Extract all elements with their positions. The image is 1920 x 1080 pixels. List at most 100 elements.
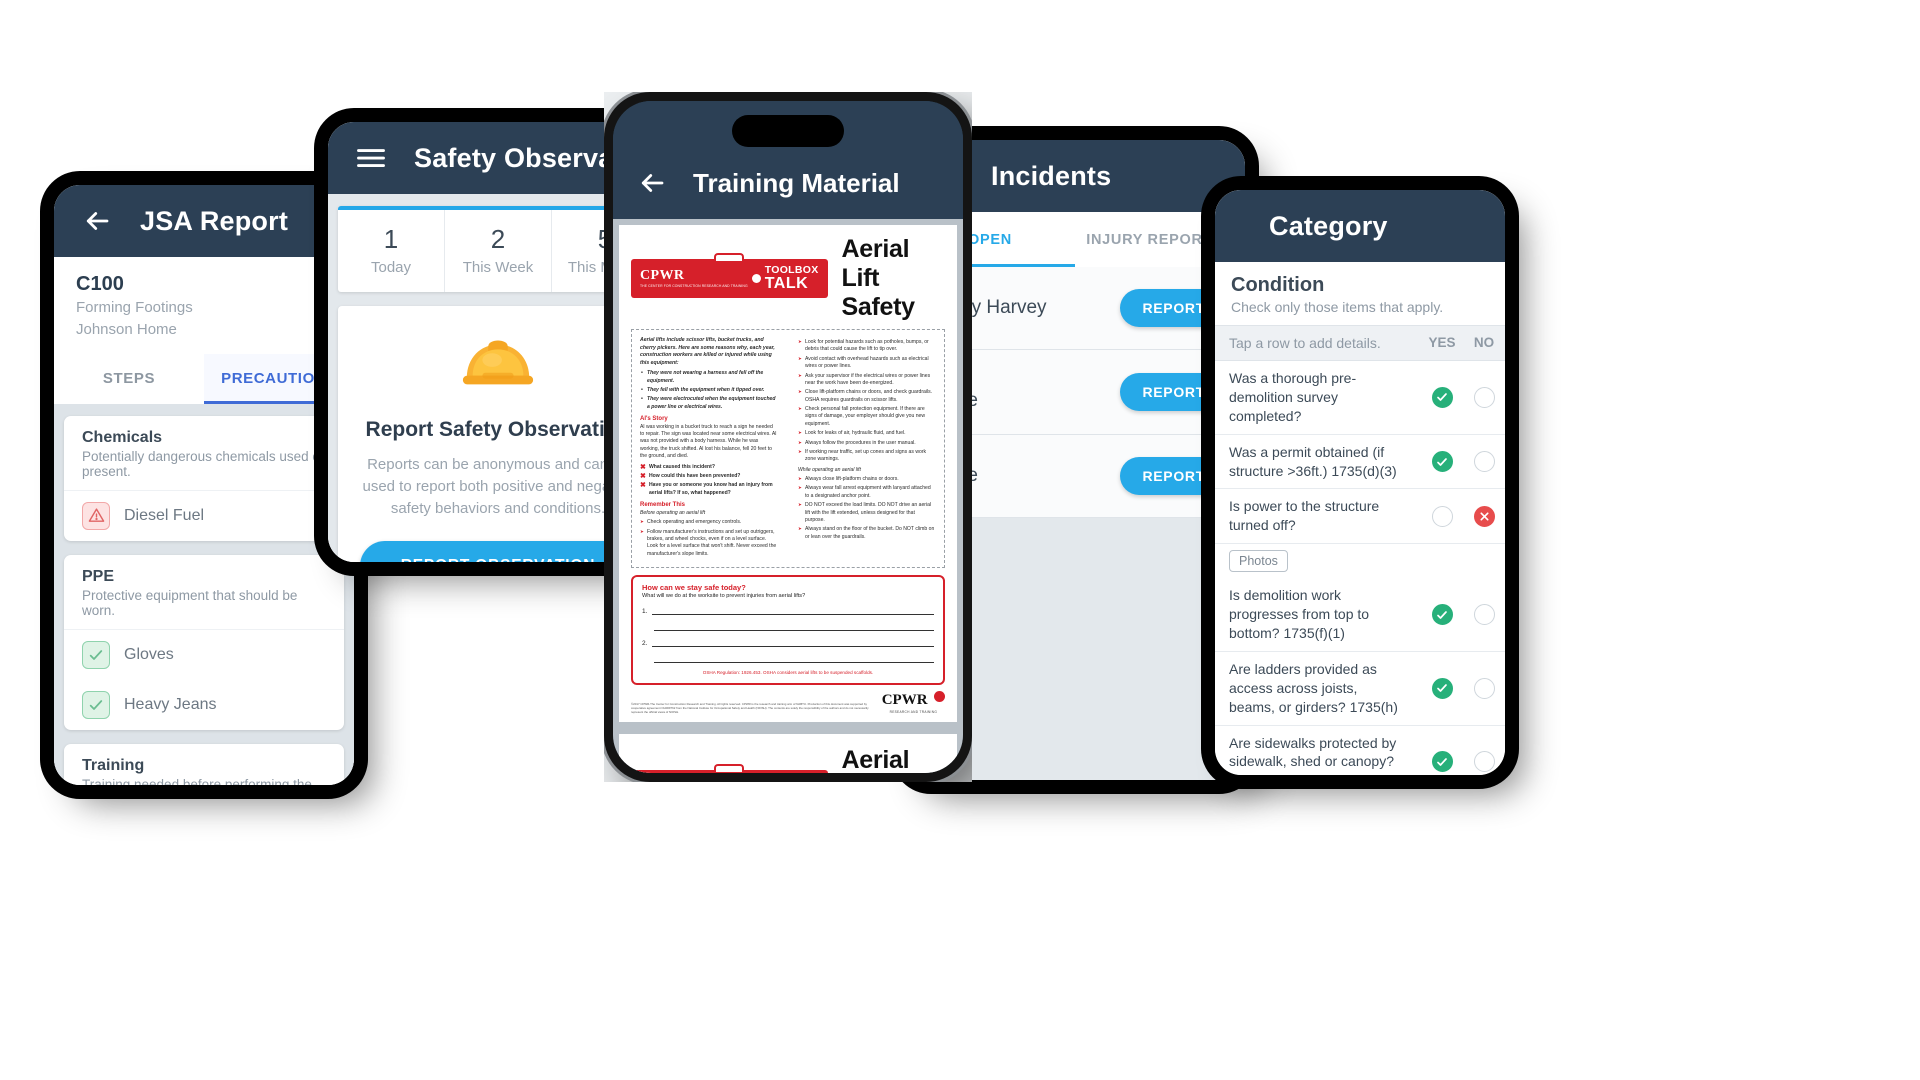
photos-row[interactable]: Photos [1215,544,1505,578]
table-row[interactable]: Are sidewalks protected by sidewalk, she… [1215,726,1505,775]
section-desc: Training needed before performing the ta… [82,776,312,786]
card-head: Chemicals Potentially dangerous chemical… [64,416,344,491]
list-item: Always stand on the floor of the bucket.… [798,526,936,541]
answer-no[interactable] [1463,677,1505,699]
stat-label: This Week [462,259,534,276]
answer-no[interactable] [1463,604,1505,626]
answer-yes[interactable] [1421,451,1463,473]
jsa-project: Johnson Home [76,320,177,338]
document-header: CPWR THE CENTER FOR CONSTRUCTION RESEARC… [631,235,945,322]
section-title: PPE [82,567,115,585]
answer-no[interactable] [1463,451,1505,473]
device-training-material: Training Material CPWR THE CENTER FOR CO… [604,92,972,782]
answer-line [642,654,934,663]
arrow-left-icon[interactable] [80,204,114,238]
remember-heading: Remember This [640,502,686,509]
jsa-screen: JSA Report C100 Forming Footings Johnson… [54,185,354,785]
discussion-questions: ✖ What caused this incident? ✖ How could t… [640,464,778,498]
list-item: They were electrocuted when the equipmen… [640,396,778,411]
list-item: They were not wearing a harness and fell… [640,370,778,385]
list-item[interactable]: Diesel Fuel [64,491,344,541]
page-subtitle: Check only those items that apply. [1231,299,1444,315]
while-bullets: Always close lift-platform chains or doo… [798,476,936,541]
document-title: Aerial Lift Safety [841,746,910,773]
cpwr-dot-icon [934,691,945,702]
answer-no[interactable] [1463,505,1505,527]
document-viewer[interactable]: CPWR THE CENTER FOR CONSTRUCTION RESEARC… [613,219,963,773]
check-icon [1431,386,1453,408]
page-title: Condition [1231,274,1325,296]
training-title: Training Material [693,167,900,198]
device-category-checklist: Category Condition Check only those item… [1215,190,1505,775]
lead-paragraph: Aerial lifts include scissor lifts, buck… [640,337,775,366]
arrow-left-icon[interactable] [635,166,669,200]
iphone-frame: Training Material CPWR THE CENTER FOR CO… [604,92,972,782]
list-item: Always follow the procedures in the user… [798,440,936,447]
section-title: Chemicals [82,428,163,446]
photos-chip[interactable]: Photos [1229,550,1288,573]
table-row[interactable]: Is demolition work progresses from top t… [1215,578,1505,652]
stat-this-week[interactable]: 2 This Week [445,210,552,292]
checklist-body: Was a thorough pre-demolition survey com… [1215,361,1505,775]
report-observation-button[interactable]: REPORT OBSERVATION [360,541,636,562]
answer-no[interactable] [1463,386,1505,408]
stat-today[interactable]: 1 Today [338,210,445,292]
report-button[interactable]: REPORT [1120,373,1227,411]
warning-triangle-icon [82,501,110,530]
cpwr-footer-logo: CPWR RESEARCH AND TRAINING [882,691,945,714]
table-row[interactable]: Is power to the structure turned off? [1215,489,1505,545]
answer-no[interactable] [1463,751,1505,773]
list-item: Check personal fall protection equipment… [798,406,936,428]
hard-hat-icon [360,332,636,402]
table-row[interactable]: Was a thorough pre-demolition survey com… [1215,361,1505,435]
report-button[interactable]: REPORT [1120,289,1227,327]
item-label: Gloves [124,645,174,663]
radio-empty-icon [1473,604,1495,626]
document-left-column: Aerial lifts include scissor lifts, buck… [640,337,786,560]
answer-yes[interactable] [1421,386,1463,408]
story-paragraph: Al was working in a bucket truck to reac… [640,423,777,460]
list-item[interactable]: Gloves [64,630,344,680]
training-screen: Training Material CPWR THE CENTER FOR CO… [613,101,963,773]
report-button[interactable]: REPORT [1120,457,1227,495]
table-row[interactable]: Was a permit obtained (if structure >36f… [1215,435,1505,490]
list-item: Avoid contact with overhead hazards such… [798,356,936,371]
answer-yes[interactable] [1421,604,1463,626]
answer-yes[interactable] [1421,505,1463,527]
jsa-title: JSA Report [140,205,289,236]
remember-sub: Before operating an aerial lift [640,509,706,516]
screenshot-stage: JSA Report C100 Forming Footings Johnson… [0,0,1920,1080]
table-row[interactable]: Are ladders provided as access across jo… [1215,652,1505,726]
radio-empty-icon [1473,386,1495,408]
line-number: 1. [642,608,648,615]
stay-safe-heading: How can we stay safe today? [642,583,746,592]
list-item: Check operating and emergency controls. [640,519,778,526]
toolbox-talk-page-2: CPWR THE CENTER FOR CONSTRUCTION RESEARC… [619,734,957,773]
while-heading: While operating an aerial lift [798,466,861,473]
card-training: Training Training needed before performi… [64,743,344,786]
category-screen: Category Condition Check only those item… [1215,190,1505,775]
check-icon [1431,751,1453,773]
document-right-column: Look for potential hazards such as potho… [796,337,936,560]
hamburger-menu-icon[interactable] [354,141,388,175]
section-desc: Potentially dangerous chemicals used or … [82,448,325,479]
answer-line: 1. [642,606,934,615]
section-title: Training [82,756,145,774]
document-title: Aerial Lift Safety [841,235,916,321]
tab-steps[interactable]: STEPS [54,354,204,404]
list-item[interactable]: Heavy Jeans [64,680,344,730]
question-text: Is power to the structure turned off? [1229,498,1380,534]
radio-empty-icon [1431,505,1453,527]
item-label: Diesel Fuel [124,506,205,524]
page-separator [619,722,957,734]
cpwr-toolbox-talk-logo: CPWR THE CENTER FOR CONSTRUCTION RESEARC… [631,764,828,773]
answer-yes[interactable] [1421,751,1463,773]
x-mark-icon: ✖ [640,482,646,490]
answer-yes[interactable] [1421,677,1463,699]
cpwr-wordmark: CPWR [640,268,685,284]
stat-value: 2 [490,224,506,254]
list-item: Always wear fall arrest equipment with l… [798,485,936,500]
category-title: Category [1269,210,1388,241]
item-label: Heavy Jeans [124,695,217,713]
check-icon [1431,604,1453,626]
